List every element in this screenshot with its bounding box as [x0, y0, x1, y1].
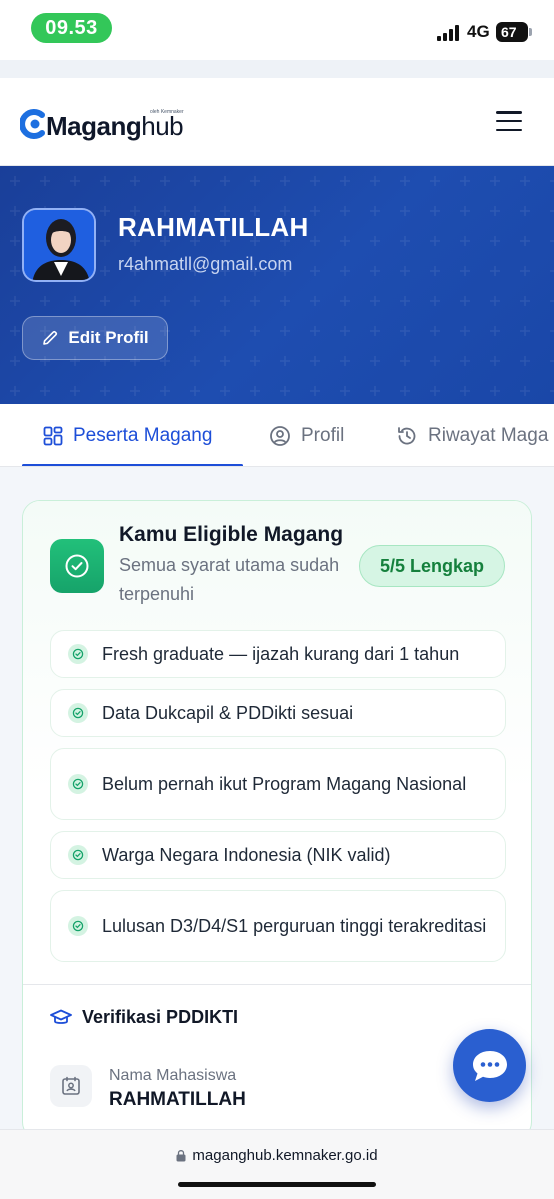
- field-label: Nama Mahasiswa: [109, 1067, 237, 1084]
- tab-riwayat[interactable]: Riwayat Maga: [396, 404, 549, 466]
- pencil-icon: [43, 330, 58, 345]
- logo-mark-icon: [20, 109, 45, 139]
- network-type: 4G: [467, 22, 490, 41]
- home-indicator[interactable]: [178, 1182, 376, 1187]
- requirement-item: Belum pernah ikut Program Magang Nasiona…: [50, 748, 506, 820]
- logo-subtitle: oleh Kemnaker: [150, 109, 184, 115]
- hero-pattern: [0, 166, 554, 404]
- id-card-icon: [50, 1065, 92, 1107]
- user-circle-icon: [270, 425, 290, 446]
- tab-label: Peserta Magang: [73, 424, 213, 446]
- tab-bar: Peserta Magang Profil Riwayat Maga: [0, 404, 554, 467]
- tab-profil[interactable]: Profil: [269, 404, 345, 466]
- avatar-photo: [24, 210, 94, 280]
- profile-hero: RAHMATILLAH r4ahmatll@gmail.com Edit Pro…: [0, 166, 554, 404]
- profile-name: RAHMATILLAH: [118, 212, 309, 242]
- tab-label: Profil: [301, 424, 345, 446]
- requirement-item: Fresh graduate — ijazah kurang dari 1 ta…: [50, 630, 506, 678]
- site-header: Maganghub oleh Kemnaker: [0, 78, 554, 166]
- check-small-icon: [68, 845, 88, 865]
- avatar: [22, 208, 96, 282]
- dashboard-grid-icon: [43, 426, 63, 445]
- eligibility-title: Kamu Eligible Magang: [119, 523, 344, 546]
- url-text: maganghub.kemnaker.go.id: [192, 1147, 378, 1164]
- requirement-item: Data Dukcapil & PDDikti sesuai: [50, 689, 506, 737]
- tab-label: Riwayat Maga: [428, 424, 549, 446]
- check-small-icon: [68, 644, 88, 664]
- requirement-text: Data Dukcapil & PDDikti sesuai: [102, 703, 354, 723]
- check-small-icon: [68, 916, 88, 936]
- check-circle-icon: [50, 539, 104, 593]
- requirement-text: Belum pernah ikut Program Magang Nasiona…: [102, 774, 467, 794]
- requirement-text: Lulusan D3/D4/S1 perguruan tinggi terakr…: [102, 916, 487, 936]
- chat-bubble-icon: [472, 1050, 507, 1081]
- eligibility-subtitle: Semua syarat utama sudah terpenuhi: [119, 555, 340, 604]
- completion-badge: 5/5 Lengkap: [359, 545, 505, 587]
- browser-bar: maganghub.kemnaker.go.id: [0, 1129, 554, 1199]
- field-value: RAHMATILLAH: [109, 1089, 246, 1110]
- check-small-icon: [68, 774, 88, 794]
- tab-peserta-magang[interactable]: Peserta Magang: [43, 404, 213, 466]
- verification-title: Verifikasi PDDIKTI: [82, 1007, 239, 1027]
- requirement-item: Warga Negara Indonesia (NIK valid): [50, 831, 506, 879]
- graduation-cap-icon: [50, 1009, 72, 1024]
- edit-profile-label: Edit Profil: [68, 328, 149, 347]
- profile-email: r4ahmatll@gmail.com: [118, 254, 293, 274]
- check-small-icon: [68, 703, 88, 723]
- requirement-text: Warga Negara Indonesia (NIK valid): [102, 845, 391, 865]
- page-top-strip: [0, 60, 554, 78]
- requirement-item: Lulusan D3/D4/S1 perguruan tinggi terakr…: [50, 890, 506, 962]
- battery-icon: 67: [496, 22, 532, 42]
- address-bar[interactable]: maganghub.kemnaker.go.id: [0, 1147, 554, 1164]
- edit-profile-button[interactable]: Edit Profil: [22, 316, 168, 360]
- history-icon: [398, 426, 416, 444]
- signal-icon: [437, 25, 459, 41]
- status-bar: 09.53 4G 67: [0, 0, 554, 60]
- status-time: 09.53: [31, 13, 112, 43]
- hamburger-menu-button[interactable]: [494, 108, 524, 134]
- requirement-text: Fresh graduate — ijazah kurang dari 1 ta…: [102, 644, 460, 664]
- eligibility-card: Kamu Eligible Magang Semua syarat utama …: [22, 500, 532, 1140]
- card-divider: [23, 984, 531, 985]
- verification-heading: Verifikasi PDDIKTI: [50, 1007, 238, 1028]
- lock-icon: [176, 1150, 186, 1162]
- maganghub-logo[interactable]: Maganghub: [20, 102, 184, 142]
- menu-icon: [496, 111, 522, 114]
- chat-button[interactable]: [453, 1029, 526, 1102]
